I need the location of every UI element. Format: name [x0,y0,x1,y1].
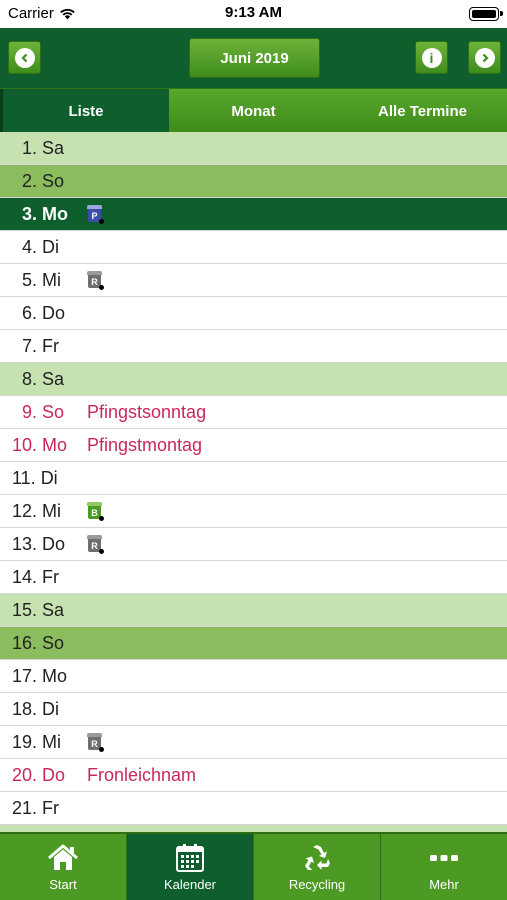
day-row[interactable]: 15. Sa [0,594,507,627]
day-row[interactable]: 7. Fr [0,330,507,363]
day-row[interactable]: 10. Mo Pfingstmontag [0,429,507,462]
bottom-navigation: Start Kalender Recycling Mehr [0,832,507,900]
recycling-icon [301,843,333,873]
holiday-label: Fronleichnam [87,764,197,785]
month-selector-button[interactable]: Juni 2019 [189,38,320,78]
day-row[interactable]: 12. Mi B [0,495,507,528]
day-row[interactable]: 5. Mi R [0,264,507,297]
day-row[interactable]: 4. Di [0,231,507,264]
status-time: 9:13 AM [225,4,282,21]
day-date: 4. Di [22,236,60,257]
day-row[interactable]: 22. Sa [0,825,507,832]
waste-bin-icon: R [87,733,104,752]
day-row[interactable]: 13. Do R [0,528,507,561]
tab-alle-termine[interactable]: Alle Termine [338,89,507,133]
view-tabs: Liste Monat Alle Termine [0,88,507,133]
day-row[interactable]: 19. Mi R [0,726,507,759]
day-date: 7. Fr [22,335,60,356]
calendar-icon [174,843,206,873]
day-list[interactable]: 1. Sa 2. So 3. Mo P 4. Di 5. Mi R 6. Do 7. Fr 8. … [0,132,507,832]
previous-month-button[interactable] [8,41,41,74]
waste-bin-icon: P [87,205,104,224]
tab-monat[interactable]: Monat [169,89,338,133]
next-month-button[interactable] [468,41,501,74]
nav-recycling-label: Recycling [288,876,346,892]
day-date: 8. Sa [22,368,65,389]
day-date: 10. Mo [12,434,68,455]
day-date: 5. Mi [22,269,62,290]
day-date: 2. So [22,170,65,191]
day-date: 3. Mo [22,203,69,224]
battery-icon [469,7,503,21]
home-icon [47,843,79,873]
chevron-left-icon [14,47,35,68]
waste-bin-icon: B [87,502,104,521]
nav-kalender-label: Kalender [163,876,217,892]
nav-kalender[interactable]: Kalender [127,834,254,900]
day-date: 12. Mi [12,500,62,521]
more-icon [428,843,460,873]
nav-start-label: Start [49,876,77,892]
day-date: 16. So [12,632,65,653]
day-date: 15. Sa [12,599,65,620]
day-date: 6. Do [22,302,66,323]
day-row[interactable]: 21. Fr [0,792,507,825]
day-date: 19. Mi [12,731,62,752]
day-row[interactable]: 9. So Pfingstsonntag [0,396,507,429]
day-row[interactable]: 1. Sa [0,132,507,165]
day-date: 13. Do [12,533,66,554]
day-row[interactable]: 17. Mo [0,660,507,693]
day-row[interactable]: 3. Mo P [0,198,507,231]
day-row[interactable]: 14. Fr [0,561,507,594]
waste-bin-icon: R [87,535,104,554]
chevron-right-icon [474,47,495,68]
day-date: 20. Do [12,764,66,785]
day-date: 18. Di [12,698,60,719]
day-row[interactable]: 16. So [0,627,507,660]
day-date: 17. Mo [12,665,68,686]
calendar-header: Juni 2019 i [0,28,507,88]
status-bar: Carrier 9:13 AM [0,0,507,28]
info-button[interactable]: i [415,41,448,74]
holiday-label: Pfingstsonntag [87,401,207,422]
day-date: 21. Fr [12,797,60,818]
day-row[interactable]: 18. Di [0,693,507,726]
tab-liste[interactable]: Liste [0,89,169,133]
day-row[interactable]: 8. Sa [0,363,507,396]
day-date: 9. So [22,401,65,422]
day-row[interactable]: 2. So [0,165,507,198]
nav-start[interactable]: Start [0,834,127,900]
day-row[interactable]: 11. Di [0,462,507,495]
nav-mehr-label: Mehr [429,876,459,892]
day-date: 14. Fr [12,566,60,587]
waste-bin-icon: R [87,271,104,290]
nav-recycling[interactable]: Recycling [254,834,381,900]
info-icon: i [421,47,442,68]
day-date: 11. Di [12,467,58,488]
day-row[interactable]: 20. Do Fronleichnam [0,759,507,792]
day-row[interactable]: 6. Do [0,297,507,330]
holiday-label: Pfingstmontag [87,434,203,455]
day-date: 1. Sa [22,137,65,158]
nav-mehr[interactable]: Mehr [381,834,507,900]
